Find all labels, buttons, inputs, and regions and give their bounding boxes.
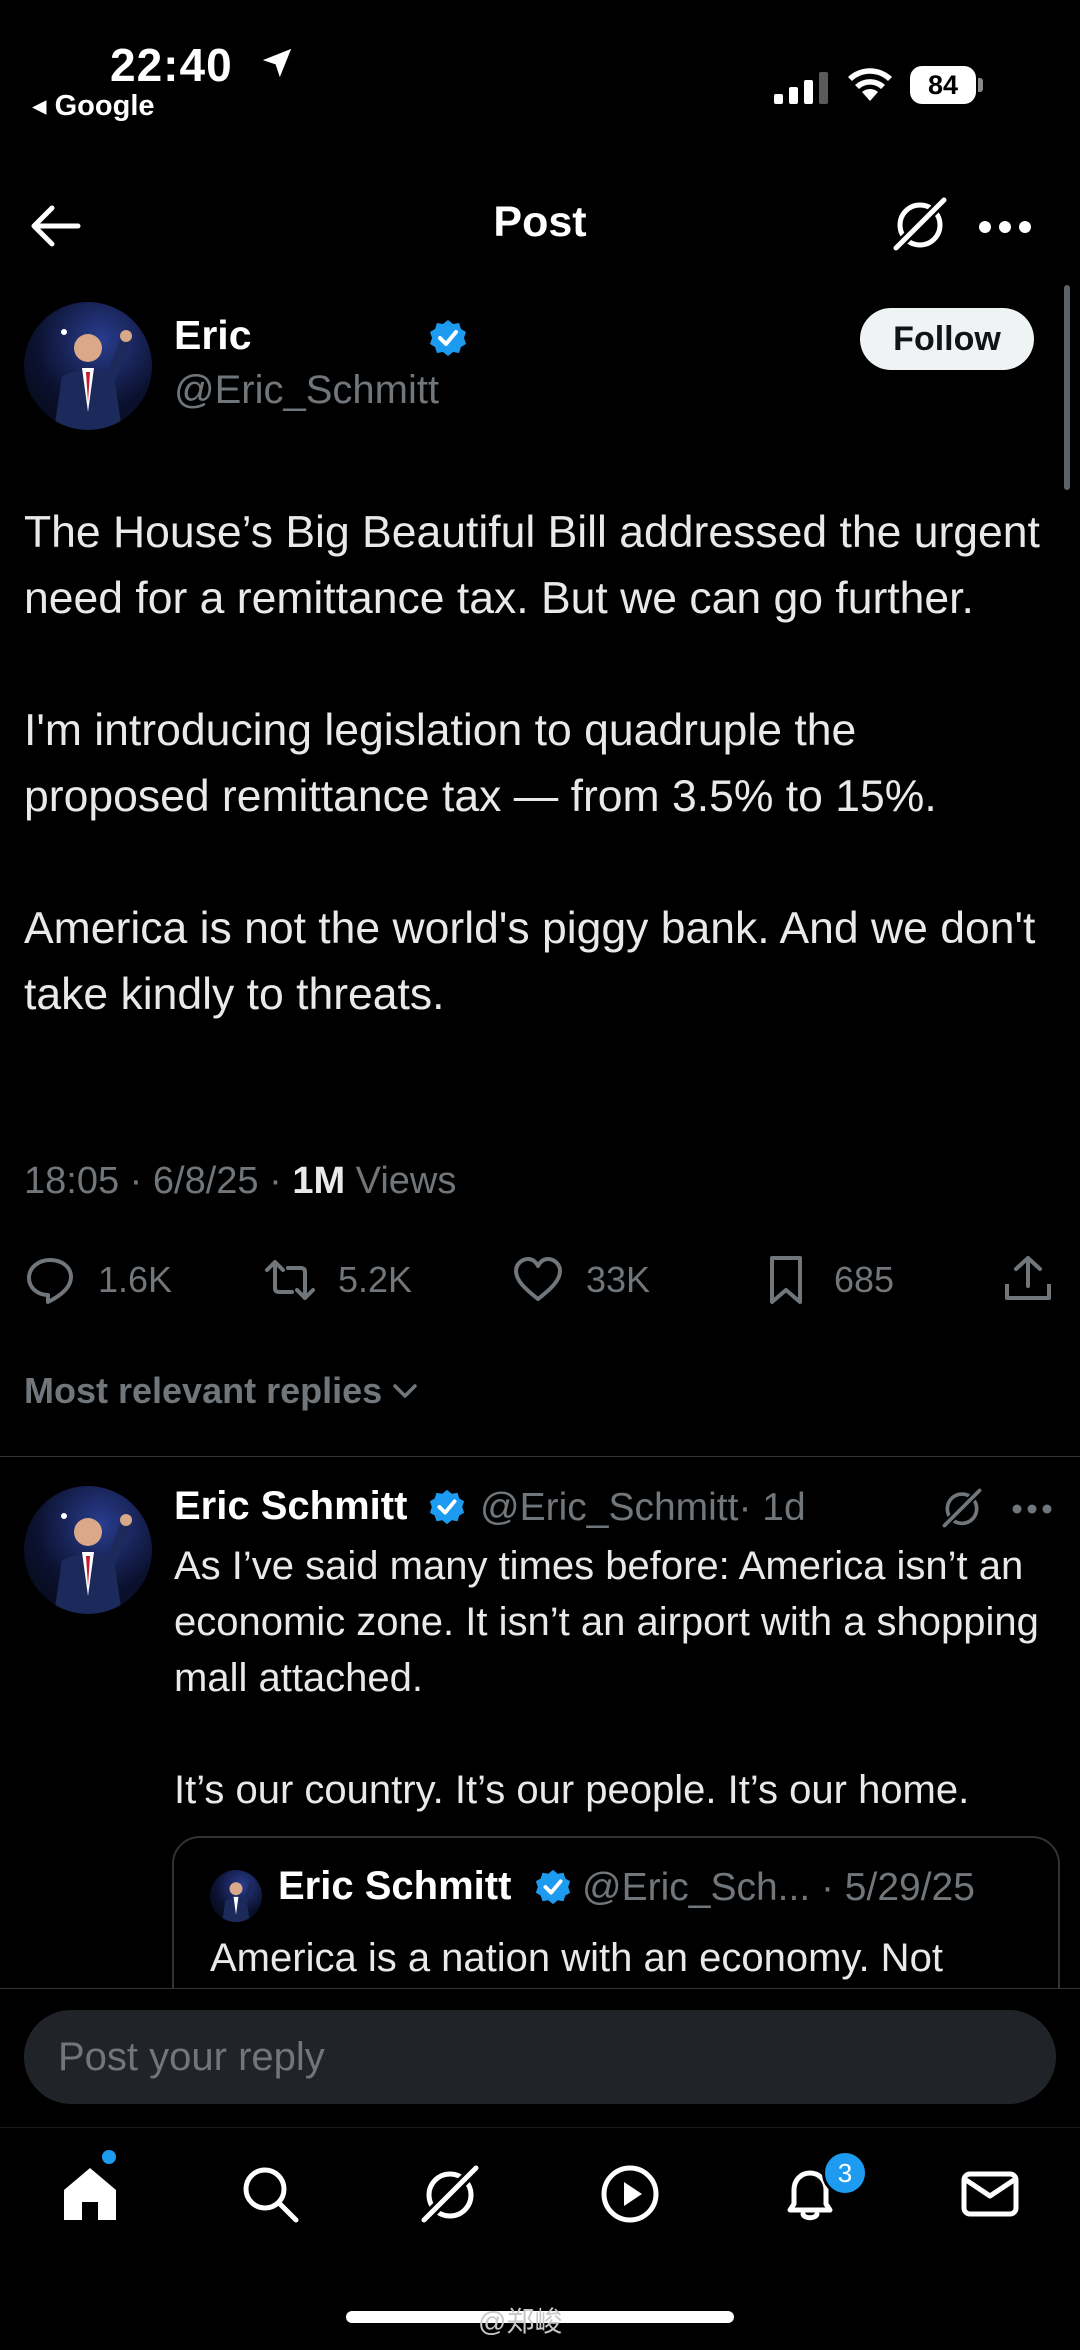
watermark: @郑峻 — [478, 2306, 563, 2337]
battery-indicator: 84 — [910, 66, 984, 106]
messages-mail-icon[interactable] — [958, 2162, 1022, 2226]
person-avatar-icon — [54, 329, 132, 430]
verified-badge-icon — [429, 1489, 465, 1525]
bookmark-action[interactable]: 685 — [760, 1250, 894, 1310]
verified-badge-icon — [535, 1869, 571, 1905]
person-avatar-icon — [222, 1882, 254, 1922]
repost-icon — [265, 1260, 315, 1300]
reply-handle: @Eric_Schmitt — [480, 1486, 739, 1529]
search-icon[interactable] — [238, 2162, 302, 2226]
reply-more-options-icon[interactable] — [1012, 1503, 1052, 1515]
reply-icon — [27, 1258, 73, 1304]
repost-action[interactable]: 5.2K — [264, 1250, 412, 1310]
replies-sort-dropdown[interactable]: Most relevant replies — [24, 1370, 420, 1412]
reply-text: As I’ve said many times before: America … — [174, 1544, 1039, 1812]
post-text: The House’s Big Beautiful Bill addressed… — [24, 508, 1040, 1019]
bookmark-icon — [770, 1256, 802, 1304]
reply-author-name[interactable]: Eric Schmitt — [174, 1484, 407, 1529]
grok-tab-icon[interactable] — [418, 2162, 482, 2226]
reply-count: 1.6K — [98, 1259, 173, 1300]
verified-badge-icon — [430, 320, 466, 356]
battery-level: 84 — [910, 66, 976, 104]
location-arrow-icon — [262, 48, 292, 78]
reply-input[interactable]: Post your reply — [24, 2010, 1056, 2104]
views-count: 1M — [292, 1160, 346, 1202]
grok-icon[interactable] — [890, 194, 950, 254]
cellular-signal-icon — [774, 72, 828, 104]
follow-button[interactable]: Follow — [860, 308, 1034, 370]
quoted-author-name: Eric Schmitt — [278, 1864, 512, 1908]
share-icon — [1005, 1256, 1051, 1300]
views-label: Views — [355, 1160, 457, 1202]
replies-sort-label: Most relevant replies — [24, 1370, 383, 1411]
grok-icon[interactable] — [940, 1486, 984, 1530]
like-count: 33K — [586, 1259, 651, 1300]
reply-handle-line[interactable]: @Eric_Schmitt· 1d — [480, 1486, 806, 1530]
back-to-google-link[interactable]: ◂ Google — [32, 88, 155, 123]
redacted-area — [262, 312, 422, 368]
bookmark-count: 685 — [834, 1259, 895, 1300]
quoted-text: America is a nation with an economy. Not — [210, 1936, 943, 1980]
post-time: 18:05 — [24, 1160, 120, 1202]
divider — [0, 1456, 1080, 1457]
post-date: 6/8/25 — [152, 1160, 259, 1202]
video-play-icon[interactable] — [598, 2162, 662, 2226]
quoted-handle: @Eric_Sch... · 5/29/25 — [582, 1866, 975, 1909]
more-options-icon[interactable] — [978, 220, 1032, 234]
author-avatar[interactable] — [24, 302, 152, 430]
repost-count: 5.2K — [338, 1259, 413, 1300]
battery-nub — [978, 78, 983, 92]
home-notification-dot — [102, 2150, 116, 2164]
heart-icon — [514, 1257, 562, 1301]
author-handle[interactable]: @Eric_Schmitt — [174, 368, 439, 413]
home-icon[interactable] — [58, 2162, 122, 2226]
chevron-down-icon — [393, 1384, 417, 1398]
share-action[interactable] — [1002, 1250, 1076, 1310]
like-action[interactable]: 33K — [512, 1250, 650, 1310]
reply-author-avatar[interactable] — [24, 1486, 152, 1614]
wifi-icon — [848, 68, 892, 101]
notifications-badge: 3 — [822, 2150, 868, 2196]
quoted-author-avatar — [210, 1870, 262, 1922]
person-avatar-icon — [54, 1513, 132, 1614]
reply-action[interactable]: 1.6K — [24, 1250, 172, 1310]
scroll-indicator[interactable] — [1064, 285, 1070, 490]
reply-age: · 1d — [738, 1486, 806, 1529]
status-time: 22:40 — [110, 39, 233, 91]
post-meta: 18:05 · 6/8/25 · 1M Views — [24, 1160, 457, 1202]
